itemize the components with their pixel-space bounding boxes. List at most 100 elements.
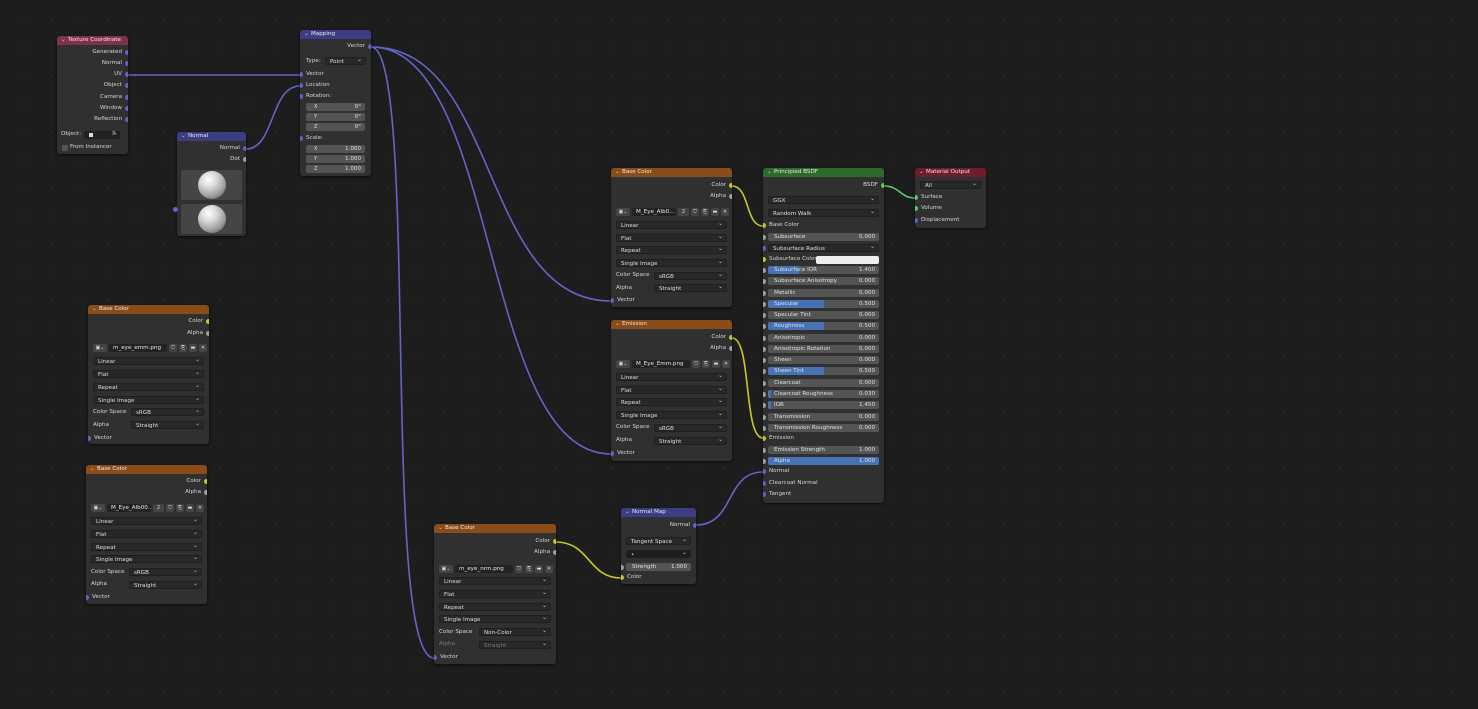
mapping-header[interactable]: ⌄ Mapping [300, 30, 371, 39]
emission-socket[interactable] [763, 436, 766, 441]
socket-sheen[interactable] [763, 358, 766, 363]
subsurface-method-dropdown[interactable]: Random Walk [768, 208, 879, 217]
collapse-chevron-icon[interactable]: ⌄ [92, 305, 99, 314]
close-icon[interactable]: ✕ [545, 565, 553, 573]
material-output-header[interactable]: ⌄ Material Output [915, 168, 986, 177]
collapse-chevron-icon[interactable]: ⌄ [625, 508, 632, 517]
new-image-icon[interactable]: ⎘ [525, 565, 533, 573]
projection-dropdown[interactable]: Flat [616, 233, 727, 242]
new-image-icon[interactable]: ⎘ [702, 360, 710, 368]
open-folder-icon[interactable]: ▬ [535, 565, 543, 573]
normal-socket[interactable] [125, 61, 128, 66]
camera-socket[interactable] [125, 95, 128, 100]
image-name-field[interactable]: M_Eye_Alb00... [107, 504, 151, 512]
extension-dropdown[interactable]: Repeat [93, 382, 204, 391]
image-texture-node-left2[interactable]: ⌄ Base Color Color Alpha ▣⌄ M_Eye_Alb00..… [86, 465, 207, 604]
target-dropdown[interactable]: All [920, 180, 981, 189]
fake-user-shield-icon[interactable]: ⛉ [691, 208, 699, 216]
fake-user-shield-icon[interactable]: ⛉ [692, 360, 700, 368]
socket-roughness[interactable] [763, 324, 766, 329]
slider-sheen[interactable]: Sheen 0.000 [768, 356, 879, 364]
alpha-mode-dropdown[interactable]: Straight [654, 283, 727, 292]
texture-coordinate-node[interactable]: ⌄ Texture Coordinate Generated Normal UV … [57, 36, 128, 154]
image-browse-icon[interactable]: ▣⌄ [91, 504, 105, 512]
texture-coordinate-header[interactable]: ⌄ Texture Coordinate [57, 36, 128, 45]
projection-dropdown[interactable]: Flat [91, 529, 202, 538]
color-space-dropdown[interactable]: Non-Color [479, 627, 551, 636]
slider-transmission[interactable]: Transmission 0.000 [768, 413, 879, 421]
normal-out-socket[interactable] [693, 523, 696, 528]
vector-in-socket[interactable] [88, 436, 91, 441]
mapping-node[interactable]: ⌄Mapping Vector Type: Point Vector Locat… [300, 30, 371, 176]
socket-subsurface-anisotropy[interactable] [763, 279, 766, 284]
alpha-field[interactable]: Alpha 1.000 [768, 457, 879, 465]
interpolation-dropdown[interactable]: Linear [91, 516, 202, 525]
from-instancer-checkbox[interactable] [62, 145, 68, 151]
users-count[interactable]: 2 [678, 208, 689, 216]
emission-strength-socket[interactable] [763, 448, 766, 453]
color-out-socket[interactable] [729, 183, 732, 188]
eyedropper-icon[interactable]: ✎ [112, 130, 117, 137]
uv-socket[interactable] [125, 72, 128, 77]
vector-in-socket[interactable] [86, 595, 89, 600]
image-selector[interactable]: ▣⌄ M_Eye_Alb00... 2 ⛉ ⎘ ▬ ✕ [91, 504, 204, 512]
generated-socket[interactable] [125, 50, 128, 55]
vector-in-socket[interactable] [611, 451, 614, 456]
vector-in-socket[interactable] [611, 298, 614, 303]
slider-clearcoat-roughness[interactable]: Clearcoat Roughness 0.030 [768, 390, 879, 398]
slider-anisotropic-rotation[interactable]: Anisotropic Rotation 0.000 [768, 345, 879, 353]
socket-anisotropic[interactable] [763, 336, 766, 341]
location-socket[interactable] [300, 83, 303, 88]
source-dropdown[interactable]: Single Image [616, 258, 727, 267]
socket-subsurface[interactable] [763, 235, 766, 240]
image-name-field[interactable]: m_eye_emm.png [109, 344, 167, 352]
normal-header[interactable]: ⌄ Normal [177, 132, 246, 141]
scale-z[interactable]: Z 1.000 [306, 165, 365, 173]
normal-node[interactable]: ⌄ Normal Normal Dot [177, 132, 246, 236]
image-texture-header[interactable]: ⌄ Base Color [434, 524, 556, 533]
surface-socket[interactable] [915, 195, 918, 200]
normal-in-socket[interactable] [763, 469, 766, 474]
users-count[interactable]: 2 [153, 504, 164, 512]
image-texture-node-base-color[interactable]: ⌄ Base Color Color Alpha ▣⌄ M_Eye_Alb0...… [611, 168, 732, 307]
mapping-vector-in-socket[interactable] [300, 72, 303, 77]
image-name-field[interactable]: M_Eye_Emm.png [632, 360, 690, 368]
socket-ior[interactable] [763, 403, 766, 408]
slider-ior[interactable]: IOR 1.450 [768, 401, 879, 409]
distribution-dropdown[interactable]: GGX [768, 195, 879, 204]
new-image-icon[interactable]: ⎘ [179, 344, 187, 352]
new-image-icon[interactable]: ⎘ [176, 504, 184, 512]
normal-out-socket[interactable] [243, 146, 246, 151]
socket-transmission[interactable] [763, 415, 766, 420]
strength-socket[interactable] [621, 565, 624, 570]
slider-anisotropic[interactable]: Anisotropic 0.000 [768, 334, 879, 342]
color-in-socket[interactable] [621, 575, 624, 580]
collapse-chevron-icon[interactable]: ⌄ [919, 168, 926, 177]
new-image-icon[interactable]: ⎘ [701, 208, 709, 216]
extension-dropdown[interactable]: Repeat [91, 542, 202, 551]
clearcoat-normal-socket[interactable] [763, 481, 766, 486]
color-out-socket[interactable] [729, 335, 732, 340]
interpolation-dropdown[interactable]: Linear [616, 372, 727, 381]
image-texture-header[interactable]: ⌄ Emission [611, 320, 732, 329]
color-out-socket[interactable] [553, 539, 556, 544]
source-dropdown[interactable]: Single Image [439, 614, 551, 623]
source-dropdown[interactable]: Single Image [91, 554, 202, 563]
socket-transmission-roughness[interactable] [763, 426, 766, 431]
socket-clearcoat-roughness[interactable] [763, 392, 766, 397]
image-texture-node-emission[interactable]: ⌄ Emission Color Alpha ▣⌄ M_Eye_Emm.png ⛉… [611, 320, 732, 461]
slider-subsurface[interactable]: Subsurface 0.000 [768, 233, 879, 241]
open-folder-icon[interactable]: ▬ [189, 344, 197, 352]
rotation-z[interactable]: Z 0° [306, 123, 365, 131]
close-icon[interactable]: ✕ [721, 208, 729, 216]
alpha-mode-dropdown[interactable]: Straight [131, 420, 204, 429]
subsurface-color-swatch[interactable] [816, 256, 879, 264]
projection-dropdown[interactable]: Flat [93, 369, 204, 378]
socket-sheen-tint[interactable] [763, 369, 766, 374]
slider-specular[interactable]: Specular 0.500 [768, 300, 879, 308]
socket-anisotropic-rotation[interactable] [763, 347, 766, 352]
projection-dropdown[interactable]: Flat [439, 589, 551, 598]
image-texture-node-left1[interactable]: ⌄ Base Color Color Alpha ▣⌄ m_eye_emm.png… [88, 305, 209, 444]
image-name-field[interactable]: m_eye_nrm.png [455, 565, 513, 573]
reflection-socket[interactable] [125, 117, 128, 122]
